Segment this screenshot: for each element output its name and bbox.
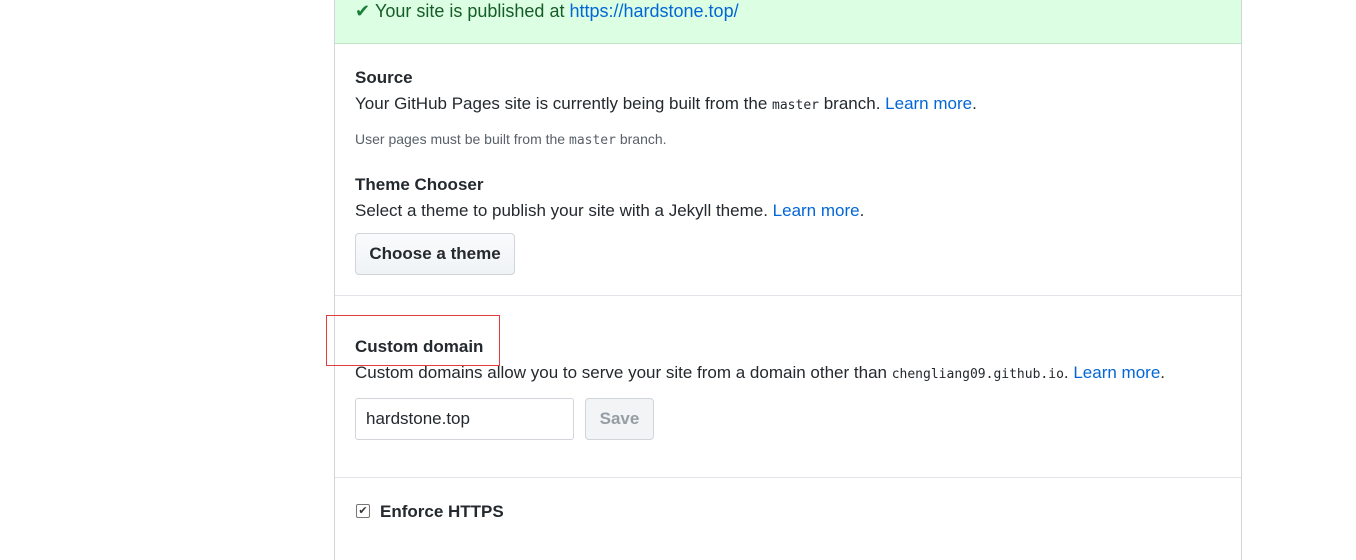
section-divider-2 [335, 477, 1241, 478]
save-button[interactable]: Save [585, 398, 654, 440]
theme-description: Select a theme to publish your site with… [355, 201, 865, 220]
note-branch-name: master [569, 133, 616, 148]
custom-domain-highlight [326, 315, 500, 366]
published-url-link[interactable]: https://hardstone.top/ [569, 1, 738, 21]
section-divider [335, 295, 1241, 296]
source-learn-more-link[interactable]: Learn more [885, 94, 972, 113]
branch-name: master [772, 98, 819, 113]
enforce-https-title: Enforce HTTPS [380, 502, 504, 521]
enforce-https-checkbox[interactable]: ✔ [356, 504, 370, 518]
theme-learn-more-link[interactable]: Learn more [773, 201, 860, 220]
custom-domain-input[interactable]: hardstone.top [355, 398, 574, 440]
custom-domain-learn-more-link[interactable]: Learn more [1073, 363, 1160, 382]
custom-domain-description: Custom domains allow you to serve your s… [355, 363, 1166, 382]
source-description: Your GitHub Pages site is currently bein… [355, 94, 977, 113]
published-message: Your site is published at https://hardst… [375, 1, 739, 21]
default-domain: chengliang09.github.io [891, 367, 1064, 382]
choose-theme-button[interactable]: Choose a theme [355, 233, 515, 275]
source-title: Source [355, 68, 413, 87]
source-note: User pages must be built from the master… [355, 131, 667, 148]
check-icon: ✔ [355, 1, 371, 21]
published-flash: ✔ Your site is published at https://hard… [335, 0, 1241, 44]
theme-chooser-title: Theme Chooser [355, 175, 484, 194]
pages-settings-panel: ✔ Your site is published at https://hard… [334, 0, 1242, 560]
